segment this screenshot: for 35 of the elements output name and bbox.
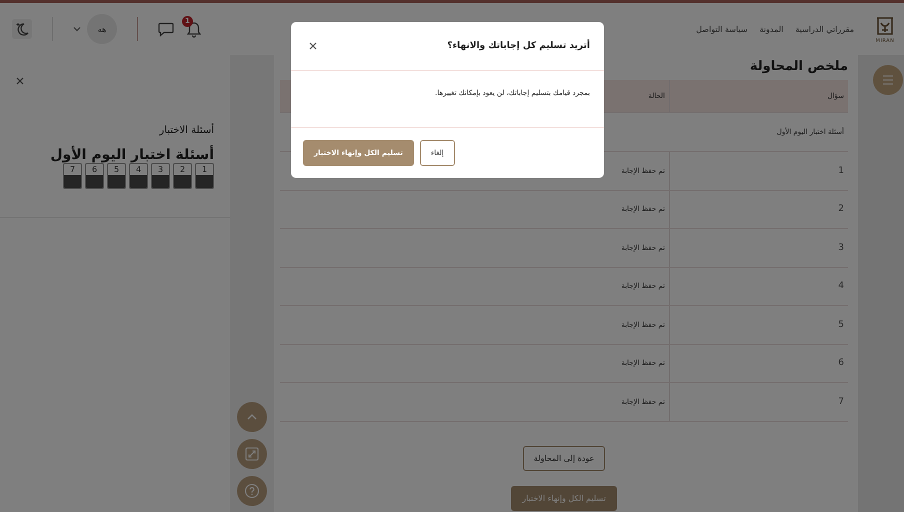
submit-button[interactable]: تسليم الكل وإنهاء الاختبار [511, 486, 617, 510]
chat-icon[interactable] [158, 22, 174, 36]
table-cell: 3 [838, 242, 844, 253]
dialog-title: أتريد تسليم كل إجاباتك والانهاء؟ [447, 41, 590, 51]
close-icon[interactable] [307, 40, 319, 52]
nav-link[interactable]: المدونة [760, 24, 784, 34]
caret-icon[interactable] [73, 26, 81, 32]
question-nav-button[interactable]: 4 [129, 163, 148, 189]
dark-mode-icon[interactable] [12, 19, 32, 39]
return-button[interactable]: عودة إلى المحاولة [522, 446, 606, 470]
question-nav-button[interactable]: 7 [63, 163, 82, 189]
table-cell: 1 [838, 166, 844, 176]
close-icon[interactable] [14, 75, 26, 87]
table-cell: 2 [838, 204, 844, 214]
page-title: ملخص المحاولة [748, 59, 848, 74]
table-cell: 7 [838, 396, 844, 407]
logo-icon [874, 14, 896, 38]
help-icon [244, 483, 260, 499]
expand-icon [245, 447, 259, 461]
user-avatar[interactable]: هه [87, 14, 117, 44]
menu-icon[interactable] [873, 65, 903, 95]
chevron-up-icon [247, 414, 257, 420]
table-cell: 6 [838, 358, 844, 368]
drawer-title: أسئلة الاختبار [158, 125, 214, 136]
table-cell: 5 [838, 320, 844, 330]
question-nav-button[interactable]: 1 [195, 163, 214, 189]
question-nav-button[interactable]: 6 [85, 163, 104, 189]
nav-link[interactable]: مقرراتي الدراسية [795, 24, 854, 34]
fullscreen-button[interactable] [237, 439, 267, 469]
question-nav-button[interactable]: 5 [107, 163, 126, 189]
nav-link[interactable]: سياسة التواصل [696, 24, 748, 34]
question-nav-button[interactable]: 2 [173, 163, 192, 189]
question-nav-button[interactable]: 3 [151, 163, 170, 189]
table-cell: 4 [838, 281, 844, 292]
help-button[interactable] [237, 476, 267, 506]
